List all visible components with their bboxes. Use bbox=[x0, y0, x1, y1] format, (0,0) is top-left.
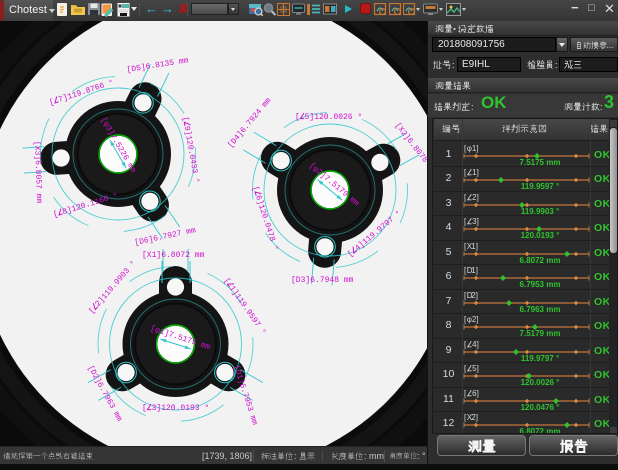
svg-text:·: · bbox=[453, 24, 456, 33]
svg-text:[X1]6.8072 mm: [X1]6.8072 mm bbox=[142, 251, 205, 260]
svg-text:[D3]6.7948 mm: [D3]6.7948 mm bbox=[291, 276, 354, 285]
svg-text:[ 3]120.0193 °: [ 3]120.0193 ° bbox=[142, 404, 209, 413]
svg-text:[ 5]120.0026 °: [ 5]120.0026 ° bbox=[295, 113, 362, 122]
